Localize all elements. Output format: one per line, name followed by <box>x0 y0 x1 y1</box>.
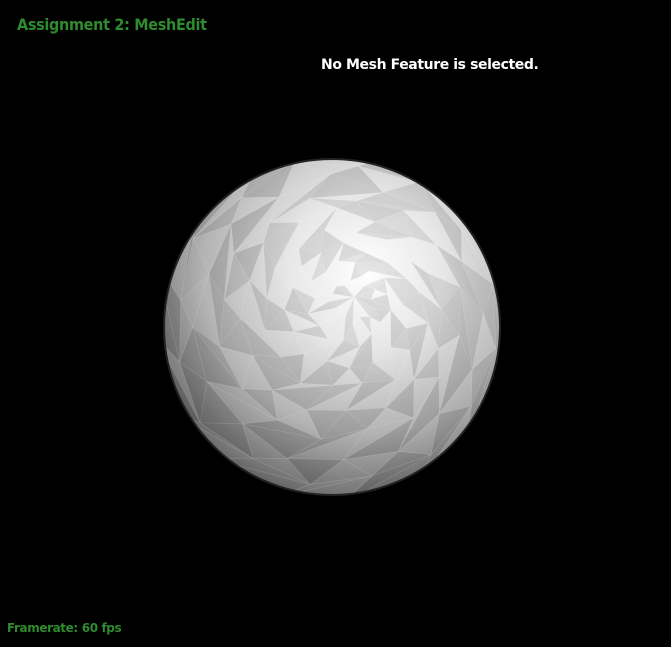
app-title: Assignment 2: MeshEdit <box>17 15 207 34</box>
mesh-viewport[interactable]: Assignment 2: MeshEdit No Mesh Feature i… <box>0 0 671 647</box>
selection-status-text: No Mesh Feature is selected. <box>321 57 539 73</box>
framerate-value: 60 fps <box>81 621 122 635</box>
framerate-readout: Framerate: 60 fps <box>7 621 122 635</box>
mesh-canvas[interactable] <box>0 0 671 647</box>
sphere-mesh[interactable] <box>155 145 519 505</box>
mesh-facets <box>164 159 500 495</box>
framerate-label: Framerate: <box>7 621 78 635</box>
